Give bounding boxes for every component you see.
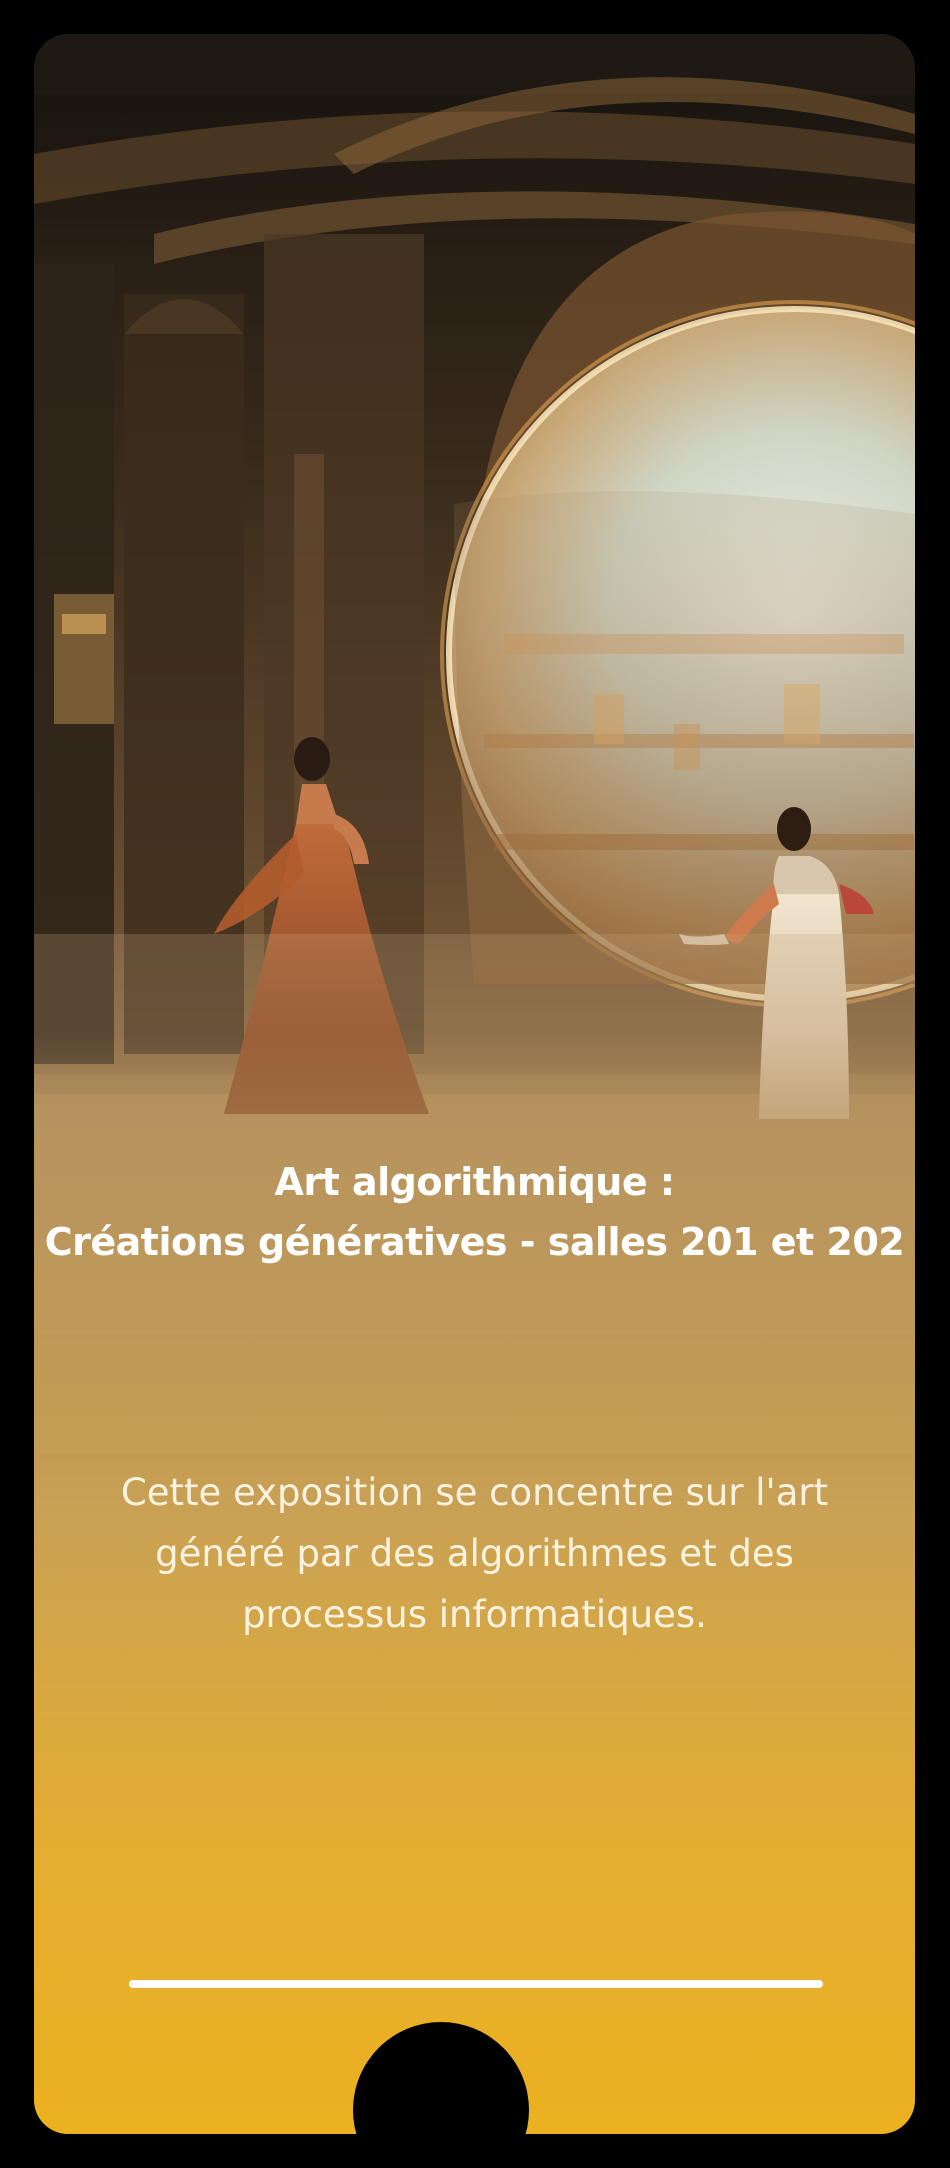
title-line-1: Art algorithmique : — [274, 1160, 675, 1204]
exhibition-card[interactable]: Art algorithmique : Créations générative… — [34, 34, 915, 2134]
divider — [129, 1980, 823, 1988]
exhibition-title: Art algorithmique : Créations générative… — [34, 1152, 915, 1272]
phone-frame: Art algorithmique : Créations générative… — [0, 0, 950, 2168]
exhibition-description: Cette exposition se concentre sur l'art … — [120, 1471, 829, 1636]
title-line-2: Créations génératives - salles 201 et 20… — [44, 1220, 905, 1264]
